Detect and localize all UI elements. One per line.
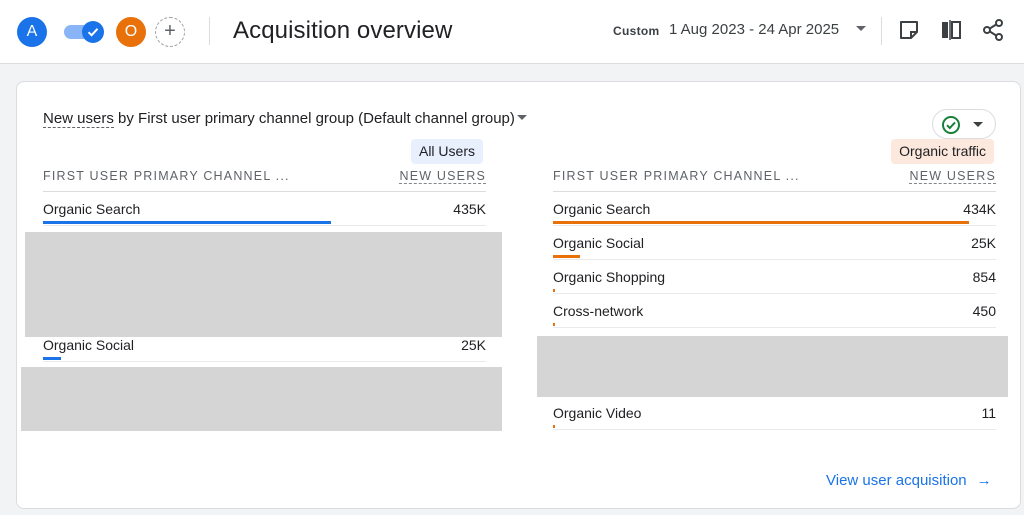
table-row[interactable]: Organic Search 434K — [553, 192, 996, 226]
new-users-value: 854 — [972, 269, 996, 285]
new-users-value: 25K — [461, 337, 486, 353]
new-users-value: 435K — [453, 201, 486, 217]
dimension-column-header[interactable]: FIRST USER PRIMARY CHANNEL ... — [43, 169, 290, 183]
new-users-value: 25K — [971, 235, 996, 251]
header-divider — [209, 17, 210, 45]
segment-chip-organic-traffic: Organic traffic — [891, 139, 994, 164]
segment-chip-all-users: All Users — [410, 139, 483, 164]
share-bar — [553, 289, 555, 292]
data-quality-button[interactable] — [932, 109, 996, 139]
acquisition-card: New users by First user primary channel … — [16, 81, 1021, 509]
date-range-picker[interactable]: 1 Aug 2023 - 24 Apr 2025 — [669, 21, 839, 38]
card-title[interactable]: New users by First user primary channel … — [43, 110, 527, 128]
table-header: FIRST USER PRIMARY CHANNEL ... NEW USERS — [553, 166, 996, 192]
annotation-icon[interactable] — [896, 17, 922, 43]
channel-name: Organic Search — [43, 201, 141, 217]
checkmark-icon — [87, 28, 99, 37]
account-avatar-o[interactable]: O — [116, 17, 146, 47]
view-user-acquisition-link[interactable]: View user acquisition → — [826, 472, 992, 489]
channel-name: Organic Video — [553, 405, 642, 421]
channel-name: Organic Social — [553, 235, 645, 251]
channel-name: Organic Social — [43, 337, 135, 353]
share-bar — [553, 425, 555, 428]
table-header: FIRST USER PRIMARY CHANNEL ... NEW USERS — [43, 166, 486, 192]
table-row[interactable]: Organic Search 435K — [43, 192, 486, 226]
view-link-label: View user acquisition — [826, 472, 967, 489]
compare-columns-icon[interactable] — [938, 17, 964, 43]
comparison-toggle[interactable] — [64, 21, 106, 43]
metric-selector[interactable]: New users — [43, 110, 114, 128]
header-divider — [881, 17, 882, 45]
share-bar — [43, 221, 331, 224]
channel-name: Organic Shopping — [553, 269, 666, 285]
metric-column-header[interactable]: NEW USERS — [909, 169, 996, 184]
add-comparison-button[interactable]: + — [155, 17, 185, 47]
chevron-down-icon — [973, 122, 983, 127]
chevron-down-icon[interactable] — [856, 26, 866, 31]
table-row[interactable]: Organic Shopping 854 — [553, 260, 996, 294]
date-range-type[interactable]: Custom — [613, 24, 659, 38]
arrow-right-icon: → — [976, 472, 992, 489]
channel-name: Cross-network — [553, 303, 644, 319]
channel-name: Organic Search — [553, 201, 651, 217]
metric-column-header[interactable]: NEW USERS — [399, 169, 486, 184]
page-title: Acquisition overview — [233, 17, 453, 44]
share-bar — [553, 323, 555, 326]
share-icon[interactable] — [980, 17, 1006, 43]
share-bar — [553, 255, 580, 258]
redacted-area — [21, 367, 502, 431]
table-row[interactable]: Organic Video 11 — [553, 396, 996, 430]
account-avatar-a[interactable]: A — [17, 17, 47, 47]
check-circle-icon — [942, 116, 960, 134]
table-row[interactable]: Organic Social 25K — [553, 226, 996, 260]
redacted-area — [537, 336, 1008, 397]
toggle-knob — [82, 21, 104, 43]
table-row[interactable]: Cross-network 450 — [553, 294, 996, 328]
new-users-value: 450 — [972, 303, 996, 319]
dimension-selector[interactable]: by First user primary channel group (Def… — [114, 110, 515, 127]
share-bar — [43, 357, 61, 360]
dimension-column-header[interactable]: FIRST USER PRIMARY CHANNEL ... — [553, 169, 800, 183]
top-header: A O + Acquisition overview Custom 1 Aug … — [0, 0, 1024, 64]
new-users-value: 11 — [981, 405, 996, 421]
new-users-value: 434K — [963, 201, 996, 217]
share-bar — [553, 221, 969, 224]
redacted-area — [25, 232, 502, 337]
chevron-down-icon[interactable] — [516, 115, 527, 120]
